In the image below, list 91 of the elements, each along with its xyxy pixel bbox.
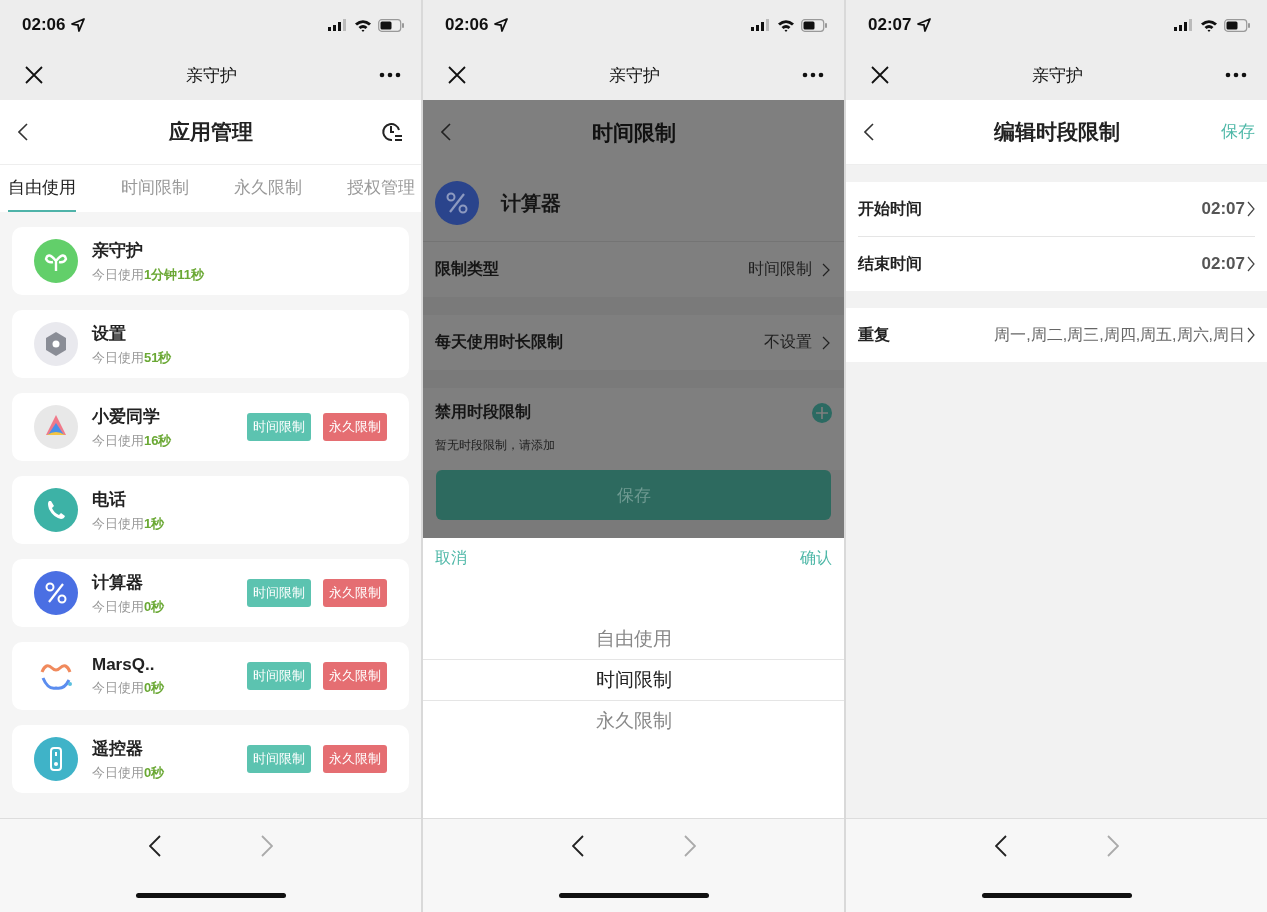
app-name: 电话 bbox=[92, 488, 127, 511]
time-label: 开始时间 bbox=[858, 198, 922, 219]
limit-tag: 时间限制 bbox=[247, 413, 311, 441]
picker-option[interactable]: 自由使用 bbox=[423, 619, 844, 659]
repeat-days: 周一,周二,周三,周四,周五,周六,周日 bbox=[994, 324, 1245, 346]
back-icon[interactable] bbox=[864, 123, 874, 141]
wifi-icon bbox=[354, 18, 372, 32]
app-name: 亲守护 bbox=[92, 239, 144, 262]
mini-program-title: 亲守护 bbox=[1031, 64, 1083, 87]
sprout-icon bbox=[34, 239, 78, 283]
page-title: 应用管理 bbox=[168, 119, 253, 145]
close-icon[interactable] bbox=[448, 66, 466, 84]
app-card[interactable]: 计算器 今日使用0秒 时间限制 永久限制 bbox=[12, 559, 409, 627]
time-value: 02:07 bbox=[1201, 199, 1245, 219]
app-card[interactable]: 遥控器 今日使用0秒 时间限制 永久限制 bbox=[12, 725, 409, 793]
battery-icon bbox=[378, 18, 405, 32]
app-name: 计算器 bbox=[501, 190, 561, 216]
limit-tag: 时间限制 bbox=[247, 662, 311, 690]
location-arrow-icon bbox=[494, 18, 509, 32]
limit-tag: 时间限制 bbox=[247, 745, 311, 773]
close-icon[interactable] bbox=[25, 66, 43, 84]
phone-icon bbox=[34, 488, 78, 532]
status-time: 02:06 bbox=[22, 15, 66, 35]
app-card[interactable]: 电话 今日使用1秒 bbox=[12, 476, 409, 544]
chevron-right-icon bbox=[822, 335, 830, 350]
more-icon[interactable] bbox=[802, 72, 824, 78]
close-icon[interactable] bbox=[871, 66, 889, 84]
usage-text: 今日使用1分钟11秒 bbox=[92, 265, 204, 284]
chevron-right-icon bbox=[1247, 256, 1255, 272]
page-title: 编辑时段限制 bbox=[993, 119, 1120, 145]
usage-text: 今日使用1秒 bbox=[92, 514, 165, 533]
picker-option[interactable]: 永久限制 bbox=[423, 701, 844, 741]
signal-icon bbox=[1174, 19, 1194, 31]
app-card[interactable]: 亲守护 今日使用1分钟11秒 bbox=[12, 227, 409, 295]
page-title: 时间限制 bbox=[591, 119, 676, 146]
clock-list-icon[interactable] bbox=[381, 121, 403, 143]
app-card[interactable]: 设置 今日使用51秒 bbox=[12, 310, 409, 378]
usage-text: 今日使用0秒 bbox=[92, 679, 165, 697]
location-arrow-icon bbox=[917, 18, 932, 32]
remote-icon bbox=[34, 737, 78, 781]
setting-row[interactable]: 每天使用时长限制 不设置 bbox=[423, 315, 844, 370]
app-card[interactable]: 小爱同学 今日使用16秒 时间限制 永久限制 bbox=[12, 393, 409, 461]
battery-icon bbox=[801, 18, 828, 32]
time-label: 结束时间 bbox=[858, 253, 922, 274]
time-row[interactable]: 结束时间 02:07 bbox=[858, 236, 1255, 291]
more-icon[interactable] bbox=[1225, 72, 1247, 78]
setting-value: 时间限制 bbox=[748, 259, 812, 279]
mini-program-title: 亲守护 bbox=[608, 64, 660, 87]
app-name: 计算器 bbox=[92, 571, 144, 594]
setting-row[interactable]: 限制类型 时间限制 bbox=[423, 242, 844, 297]
usage-text: 今日使用0秒 bbox=[92, 763, 165, 782]
tab[interactable]: 自由使用 bbox=[8, 165, 76, 212]
chevron-right-icon bbox=[1247, 201, 1255, 217]
battery-icon bbox=[1224, 18, 1251, 32]
wifi-icon bbox=[1200, 18, 1218, 32]
triangle-logo-icon bbox=[34, 405, 78, 449]
app-name: 小爱同学 bbox=[92, 405, 161, 428]
status-time: 02:06 bbox=[445, 15, 489, 35]
setting-value: 不设置 bbox=[764, 332, 812, 352]
location-arrow-icon bbox=[71, 18, 86, 32]
usage-text: 今日使用0秒 bbox=[92, 597, 165, 616]
app-name: MarsQ.. bbox=[92, 655, 156, 675]
mini-program-title: 亲守护 bbox=[185, 64, 237, 87]
more-icon[interactable] bbox=[379, 72, 401, 78]
setting-label: 限制类型 bbox=[435, 259, 499, 279]
repeat-label: 重复 bbox=[858, 324, 890, 345]
setting-label: 每天使用时长限制 bbox=[435, 332, 563, 352]
limit-tag: 永久限制 bbox=[323, 413, 387, 441]
chevron-right-icon bbox=[1247, 327, 1255, 343]
limit-tag: 永久限制 bbox=[323, 745, 387, 773]
usage-text: 今日使用16秒 bbox=[92, 431, 172, 450]
section-title: 禁用时段限制 bbox=[435, 402, 531, 422]
time-row[interactable]: 开始时间 02:07 bbox=[858, 182, 1255, 236]
percent-icon bbox=[435, 181, 479, 225]
signal-icon bbox=[751, 19, 771, 31]
limit-tag: 永久限制 bbox=[323, 662, 387, 690]
time-value: 02:07 bbox=[1201, 254, 1245, 274]
status-time: 02:07 bbox=[868, 15, 912, 35]
empty-hint: 暂无时段限制，请添加 bbox=[435, 437, 556, 454]
percent-icon bbox=[34, 571, 78, 615]
app-name: 设置 bbox=[92, 322, 127, 345]
app-card[interactable]: MarsQ.. 今日使用0秒 时间限制 永久限制 bbox=[12, 642, 409, 710]
back-icon[interactable] bbox=[18, 123, 28, 141]
app-name: 遥控器 bbox=[92, 737, 144, 760]
chevron-right-icon bbox=[822, 262, 830, 277]
limit-tag: 永久限制 bbox=[323, 579, 387, 607]
picker-option[interactable]: 时间限制 bbox=[423, 659, 844, 701]
limit-tag: 时间限制 bbox=[247, 579, 311, 607]
signal-icon bbox=[328, 19, 348, 31]
wifi-icon bbox=[777, 18, 795, 32]
usage-text: 今日使用51秒 bbox=[92, 348, 172, 367]
